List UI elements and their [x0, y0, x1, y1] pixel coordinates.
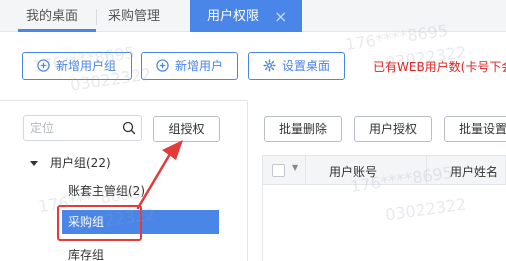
column-separator — [426, 156, 427, 184]
chevron-down-icon[interactable]: ▼ — [292, 163, 298, 172]
column-separator — [305, 156, 306, 184]
column-header-user-name[interactable]: 用户姓名 — [450, 163, 498, 180]
batch-delete-button[interactable]: 批量删除 — [264, 116, 342, 142]
select-all-checkbox[interactable] — [272, 164, 285, 177]
column-header-user-account[interactable]: 用户账号 — [329, 163, 377, 180]
user-table-header: ▼ 用户账号 用户姓名 — [262, 155, 506, 185]
user-table-body — [262, 185, 506, 261]
user-authorize-button[interactable]: 用户授权 — [354, 116, 432, 142]
batch-settings-button[interactable]: 批量设置 — [444, 116, 506, 142]
